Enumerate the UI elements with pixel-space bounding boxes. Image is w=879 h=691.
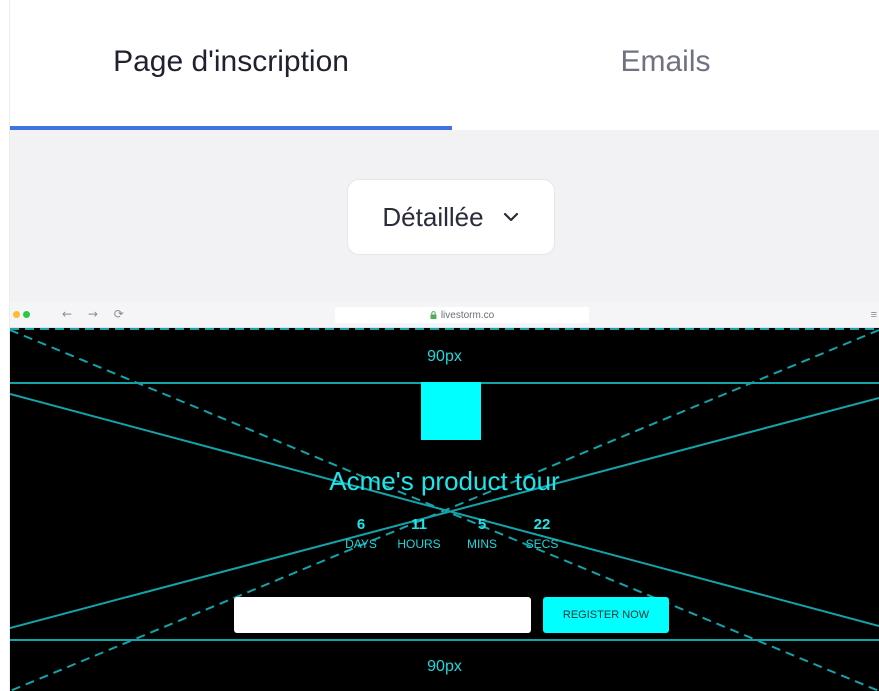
countdown-value: 5: [477, 516, 487, 533]
logo-placeholder: [421, 382, 481, 440]
tab-label: Page d'inscription: [113, 45, 349, 78]
countdown-mins: 5 MINS: [451, 516, 513, 551]
countdown-label: MINS: [467, 537, 497, 551]
tab-label: Emails: [620, 45, 711, 78]
countdown-value: 22: [533, 516, 551, 533]
countdown-value: 6: [356, 516, 366, 533]
layout-select[interactable]: Détaillée: [347, 179, 555, 255]
email-input[interactable]: [234, 597, 531, 633]
browser-chrome: ← → ⟳ livestorm.co ≡: [0, 302, 879, 328]
registration-page-preview: 90px Acme's product tour 6 DAYS 11 HOURS…: [10, 328, 879, 691]
layout-picker-area: Détaillée: [10, 130, 879, 302]
address-bar: livestorm.co: [335, 307, 589, 323]
countdown-label: HOURS: [397, 537, 441, 551]
lock-icon: [430, 311, 437, 319]
left-edge: [0, 0, 10, 691]
chevron-down-icon: [502, 208, 520, 226]
menu-icon: ≡: [870, 309, 877, 321]
browser-nav-icons: ← → ⟳: [62, 307, 130, 321]
event-title: Acme's product tour: [329, 466, 560, 496]
top-padding-label: 90px: [427, 348, 462, 365]
url-text: livestorm.co: [440, 309, 495, 321]
bottom-padding-label: 90px: [427, 658, 462, 675]
minimize-dot-icon: [13, 311, 20, 318]
countdown-hours: 11 HOURS: [387, 516, 451, 551]
maximize-dot-icon: [23, 311, 30, 318]
countdown-days: 6 DAYS: [335, 516, 387, 551]
tab-registration-page[interactable]: Page d'inscription: [10, 0, 452, 130]
tab-bar: Page d'inscription Emails: [10, 0, 879, 130]
countdown-value: 11: [411, 516, 427, 533]
layout-select-value: Détaillée: [382, 201, 484, 232]
countdown-secs: 22 SECS: [513, 516, 571, 551]
countdown-timer: 6 DAYS 11 HOURS 5 MINS 22 SECS: [335, 516, 571, 551]
tab-emails[interactable]: Emails: [452, 0, 879, 130]
countdown-label: SECS: [525, 537, 559, 551]
register-now-button[interactable]: REGISTER NOW: [543, 597, 669, 633]
countdown-label: DAYS: [345, 537, 377, 551]
